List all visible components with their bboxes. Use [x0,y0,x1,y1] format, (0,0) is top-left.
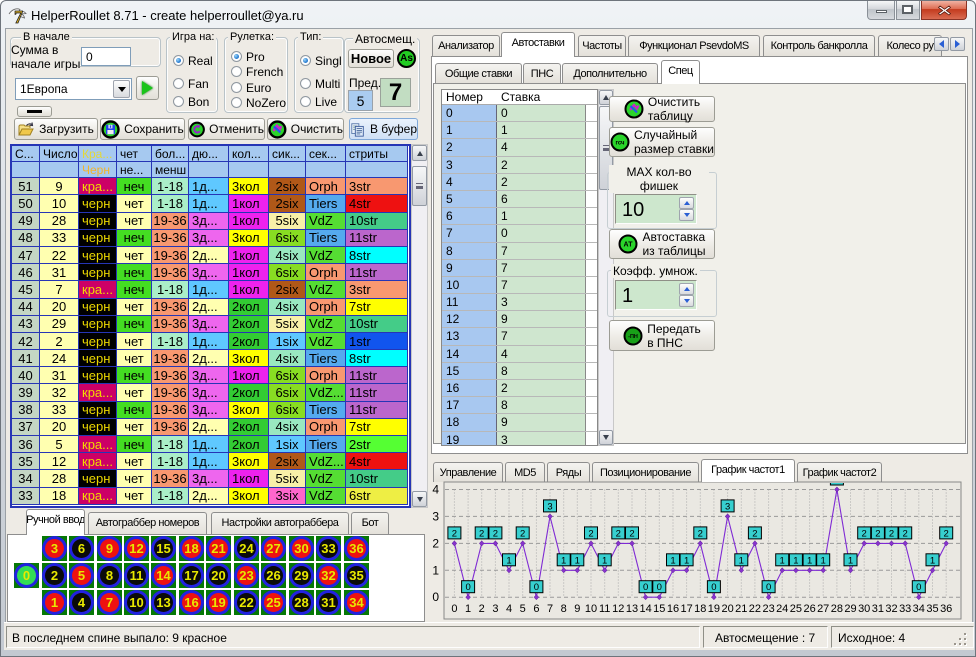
svg-text:23: 23 [762,603,774,615]
svg-text:2: 2 [903,528,908,539]
svg-text:2: 2 [479,528,484,539]
svg-text:3: 3 [492,603,498,615]
svg-text:26: 26 [803,603,815,615]
svg-text:0: 0 [451,603,457,615]
svg-text:2: 2 [493,528,498,539]
svg-text:1: 1 [575,555,580,566]
svg-text:4: 4 [432,483,439,497]
svg-text:2: 2 [479,603,485,615]
svg-text:0: 0 [766,582,771,593]
svg-text:6: 6 [533,603,539,615]
svg-text:16: 16 [667,603,679,615]
svg-text:20: 20 [721,603,733,615]
svg-text:13: 13 [626,603,638,615]
svg-text:2: 2 [698,528,703,539]
svg-text:27: 27 [817,603,829,615]
svg-text:1: 1 [930,555,935,566]
svg-text:3: 3 [725,501,730,512]
svg-text:31: 31 [872,603,884,615]
svg-text:10: 10 [585,603,597,615]
svg-text:29: 29 [844,603,856,615]
svg-text:1: 1 [821,555,826,566]
svg-text:9: 9 [574,603,580,615]
svg-text:24: 24 [776,603,788,615]
svg-text:0: 0 [534,582,539,593]
svg-text:33: 33 [899,603,911,615]
svg-text:-ПН: -ПН [628,334,638,340]
svg-text:1: 1 [602,555,607,566]
svg-text:14: 14 [639,603,651,615]
svg-text:1: 1 [739,555,744,566]
svg-text:1: 1 [465,603,471,615]
svg-text:7: 7 [547,603,553,615]
svg-text:2: 2 [588,528,593,539]
svg-text:1: 1 [793,555,798,566]
svg-text:18: 18 [694,603,706,615]
svg-text:11: 11 [599,603,610,615]
svg-text:12: 12 [612,603,624,615]
svg-text:2: 2 [752,528,757,539]
svg-text:36: 36 [940,603,952,615]
svg-text:1: 1 [561,555,566,566]
svg-text:3: 3 [547,501,552,512]
svg-text:0: 0 [711,582,716,593]
svg-text:1: 1 [432,563,439,577]
svg-text:7: 7 [14,7,23,25]
svg-text:19: 19 [708,603,720,615]
svg-text:2: 2 [889,528,894,539]
svg-text:2: 2 [452,528,457,539]
svg-text:гсч: гсч [615,140,625,146]
svg-text:0: 0 [657,582,662,593]
svg-text:0: 0 [432,590,439,604]
svg-text:АТ: АТ [624,242,634,249]
svg-text:35: 35 [926,603,938,615]
svg-text:2: 2 [944,528,949,539]
svg-text:21: 21 [735,603,747,615]
svg-text:28: 28 [831,603,843,615]
svg-text:1: 1 [670,555,675,566]
svg-text:0: 0 [643,582,648,593]
svg-text:17: 17 [680,603,692,615]
svg-text:8: 8 [561,603,567,615]
svg-text:5: 5 [520,603,526,615]
svg-text:1: 1 [780,555,785,566]
svg-text:2: 2 [432,536,439,550]
svg-text:2: 2 [520,528,525,539]
svg-text:2: 2 [862,528,867,539]
svg-text:32: 32 [885,603,897,615]
svg-text:25: 25 [790,603,802,615]
svg-text:0: 0 [465,582,470,593]
svg-text:15: 15 [653,603,665,615]
svg-text:1: 1 [848,555,853,566]
svg-text:0: 0 [916,582,921,593]
svg-text:30: 30 [858,603,870,615]
svg-text:3: 3 [432,509,439,523]
svg-text:2: 2 [616,528,621,539]
svg-text:1: 1 [807,555,812,566]
svg-text:1: 1 [506,555,511,566]
svg-text:22: 22 [749,603,761,615]
svg-text:2: 2 [629,528,634,539]
svg-text:34: 34 [913,603,925,615]
svg-text:4: 4 [506,603,512,615]
svg-text:2: 2 [875,528,880,539]
svg-text:1: 1 [684,555,689,566]
